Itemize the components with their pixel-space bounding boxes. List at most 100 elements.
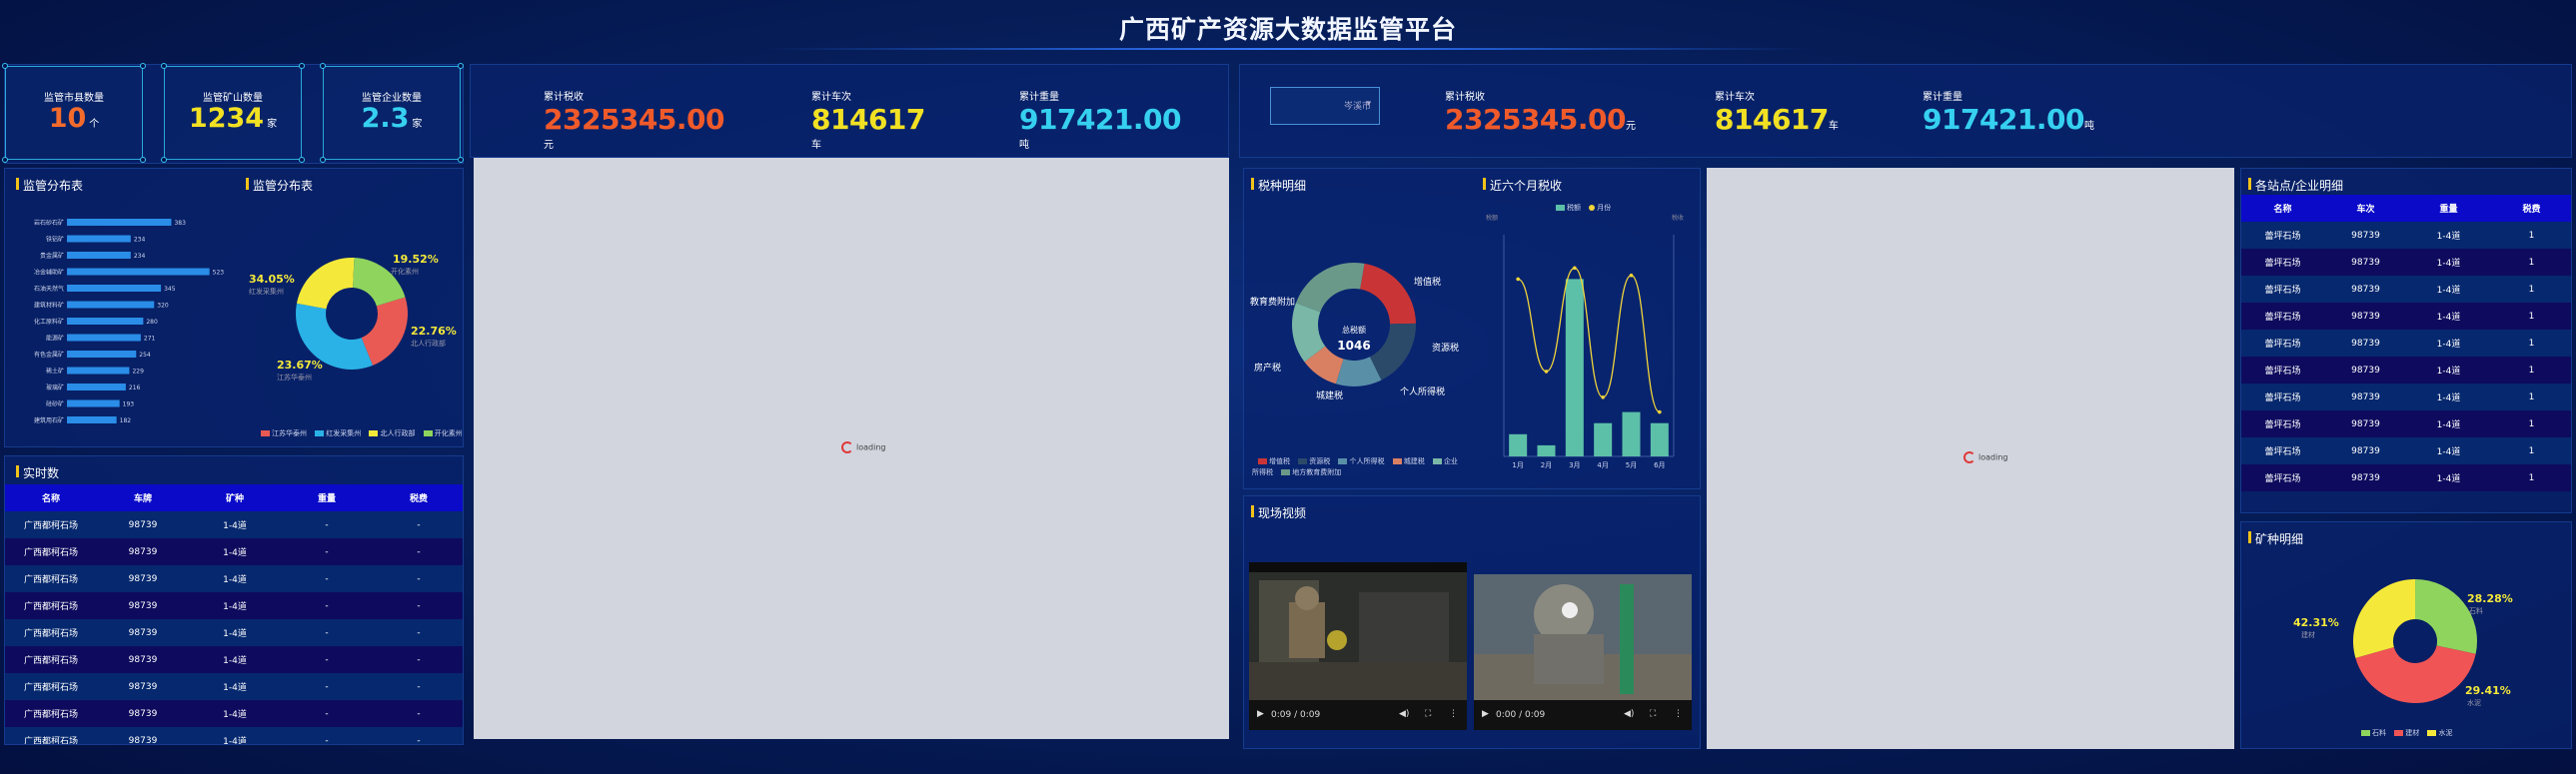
table-cell: 98739: [2324, 303, 2407, 330]
table-cell: -: [281, 538, 373, 565]
column-header: 税费: [373, 484, 463, 511]
table-row[interactable]: 广西都柯石场 98739 1-4道 - -: [5, 646, 463, 673]
table-cell: 98739: [97, 619, 189, 646]
spinner-icon: [841, 441, 853, 453]
table-cell: -: [281, 592, 373, 619]
volume-icon[interactable]: ◀): [1399, 709, 1409, 719]
stat-tax-right: 累计税收 2325345.00元: [1445, 88, 1636, 136]
table-cell: 98739: [2324, 249, 2407, 276]
table-row[interactable]: 广西都柯石场 98739 1-4道 - -: [5, 538, 463, 565]
table-cell: 1-4道: [189, 538, 281, 565]
table-row[interactable]: 蕾坪石场 98739 1-4道 1: [2241, 303, 2571, 330]
play-icon[interactable]: ▶: [1482, 709, 1489, 719]
table-cell: -: [373, 511, 463, 538]
table-cell: 1-4道: [189, 700, 281, 727]
stat-weight-right: 累计重量 917421.00吨: [1923, 88, 2094, 136]
bar: [1622, 411, 1641, 456]
pie-sublabel: 北人行政部: [411, 340, 446, 348]
table-row[interactable]: 广西都柯石场 98739 1-4道 - -: [5, 565, 463, 592]
more-icon[interactable]: ⋮: [1449, 709, 1458, 719]
stat-label: 累计重量: [1923, 92, 1962, 103]
video-time: 0:00 / 0:09: [1496, 710, 1546, 720]
stat-trips: 累计车次 814617 车: [811, 88, 925, 151]
table-cell: 98739: [97, 646, 189, 673]
video-frame: [1474, 574, 1692, 700]
play-icon[interactable]: ▶: [1257, 709, 1264, 719]
table-row[interactable]: 广西都柯石场 98739 1-4道 - -: [5, 592, 463, 619]
stat-label: 累计税收: [544, 92, 584, 103]
spinner-icon: [1963, 451, 1975, 463]
table-row[interactable]: 广西都柯石场 98739 1-4道 - -: [5, 511, 463, 538]
fullscreen-icon[interactable]: ⛶: [1650, 709, 1656, 719]
table-row[interactable]: 蕾坪石场 98739 1-4道 1: [2241, 222, 2571, 249]
city-select[interactable]: 岑溪市 ▾: [1270, 87, 1380, 125]
stations-table: 名称 车次 重量 税费 蕾坪石场 98739 1-4道 1 蕾坪石场 98739 1-4道 1 蕾坪石场…: [2241, 195, 2571, 491]
column-header: 重量: [2407, 195, 2490, 222]
stat-label: 累计税收: [1445, 92, 1485, 103]
table-cell: 1-4道: [189, 727, 281, 744]
table-cell: 广西都柯石场: [5, 673, 97, 700]
table-row[interactable]: 广西都柯石场 98739 1-4道 - -: [5, 700, 463, 727]
table-row[interactable]: 蕾坪石场 98739 1-4道 1: [2241, 249, 2571, 276]
minerals-legend: 石料 建材 水泥: [2355, 728, 2452, 738]
pie-slice: [2355, 645, 2476, 703]
table-row[interactable]: 广西都柯石场 98739 1-4道 - -: [5, 619, 463, 646]
x-tick-label: 6月: [1654, 461, 1665, 469]
bar: [1537, 444, 1556, 456]
table-cell: 广西都柯石场: [5, 700, 97, 727]
table-cell: 广西都柯石场: [5, 592, 97, 619]
pie-label: 22.76%: [411, 325, 457, 338]
bar-category-label: 岩石砂石矿: [34, 219, 64, 227]
table-header: 名称 车次 重量 税费: [2241, 195, 2571, 222]
more-icon[interactable]: ⋮: [1674, 709, 1683, 719]
table-row[interactable]: 蕾坪石场 98739 1-4道 1: [2241, 464, 2571, 491]
bar: [67, 318, 144, 325]
table-cell: 1-4道: [2407, 330, 2490, 357]
table-row[interactable]: 蕾坪石场 98739 1-4道 1: [2241, 330, 2571, 357]
table-cell: 98739: [2324, 437, 2407, 464]
table-cell: 蕾坪石场: [2241, 437, 2324, 464]
video-player-1[interactable]: ▶ 0:09 / 0:09 ◀) ⛶ ⋮: [1249, 562, 1467, 730]
table-cell: -: [373, 592, 463, 619]
stations-panel: 各站点/企业明细 名称 车次 重量 税费 蕾坪石场 98739 1-4道 1 蕾坪石场 98739…: [2240, 168, 2572, 513]
panel-title: 监管分布表: [15, 178, 84, 193]
stat-unit: 元: [544, 140, 554, 151]
stat-value: 917421.00: [1923, 103, 2085, 136]
table-row[interactable]: 广西都柯石场 98739 1-4道 - -: [5, 673, 463, 700]
bar-value-label: 234: [134, 237, 146, 244]
kpi-box-cities: 监管市县数量 10 个: [2, 63, 146, 163]
table-row[interactable]: 蕾坪石场 98739 1-4道 1: [2241, 384, 2571, 410]
table-cell: -: [373, 700, 463, 727]
bar: [67, 399, 120, 407]
table-cell: 蕾坪石场: [2241, 410, 2324, 437]
pie-slice: [2415, 579, 2477, 654]
pie-sublabel: 建材: [2301, 631, 2315, 639]
video-player-2[interactable]: ▶ 0:00 / 0:09 ◀) ⛶ ⋮: [1474, 574, 1692, 730]
map-loading-2: loading: [1963, 451, 2007, 463]
volume-icon[interactable]: ◀): [1624, 709, 1634, 719]
x-tick-label: 3月: [1569, 461, 1580, 469]
table-cell: 98739: [2324, 330, 2407, 357]
bar-value-label: 182: [120, 417, 132, 424]
table-row[interactable]: 蕾坪石场 98739 1-4道 1: [2241, 437, 2571, 464]
realtime-panel: 实时数 名称 车牌 矿种 重量 税费 广西都柯石场 98739 1-4道 - - 广西都柯石场 987…: [4, 455, 464, 745]
stat-unit: 吨: [1019, 140, 1029, 151]
stat-unit: 元: [1625, 121, 1636, 132]
table-row[interactable]: 蕾坪石场 98739 1-4道 1: [2241, 357, 2571, 384]
stat-value: 814617: [811, 103, 925, 136]
table-cell: 98739: [97, 700, 189, 727]
table-row[interactable]: 蕾坪石场 98739 1-4道 1: [2241, 276, 2571, 303]
fullscreen-icon[interactable]: ⛶: [1425, 709, 1431, 719]
table-row[interactable]: 蕾坪石场 98739 1-4道 1: [2241, 410, 2571, 437]
table-cell: 1-4道: [189, 511, 281, 538]
bar-value-label: 193: [123, 401, 135, 408]
donut-center-label: 总税额: [1342, 326, 1366, 335]
table-cell: 1-4道: [2407, 357, 2490, 384]
bar-chart: 岩石砂石矿 383 铁铝矿 234 贵金属矿 234 冶金辅助矿 523 石油天然气 345 建筑材…: [34, 219, 224, 424]
table-row[interactable]: 广西都柯石场 98739 1-4道 - -: [5, 727, 463, 744]
table-cell: -: [281, 565, 373, 592]
pie-label: 34.05%: [249, 273, 295, 286]
table-cell: -: [281, 511, 373, 538]
bar-category-label: 冶金辅助矿: [34, 269, 64, 277]
tax-detail-panel: 税种明细 近六个月税收 总税额 1046 增值税 资源税 个人所得税 城建税 房…: [1243, 168, 1701, 489]
